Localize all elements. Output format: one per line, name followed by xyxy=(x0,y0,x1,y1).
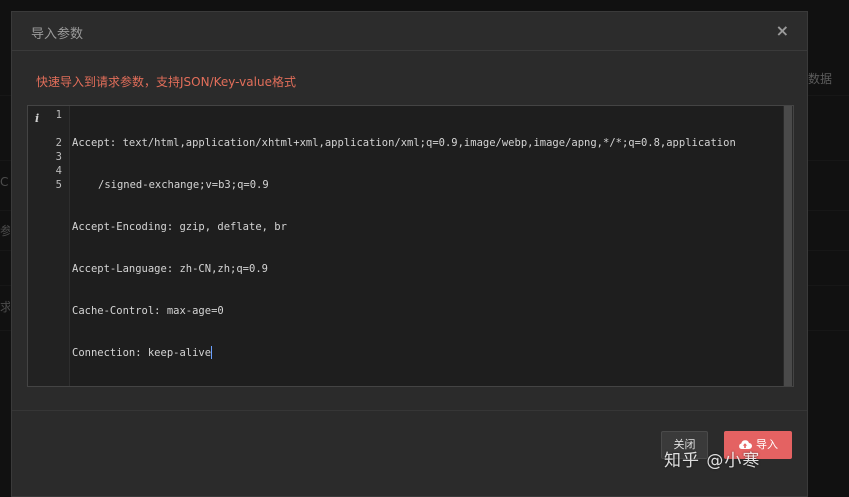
dialog-title: 导入参数 xyxy=(31,27,84,42)
code-line-text: Connection: keep-alive xyxy=(72,347,212,359)
code-line: Accept-Encoding: gzip, deflate, br xyxy=(72,221,287,233)
line-number: 1 xyxy=(55,109,62,121)
line-number: 5 xyxy=(55,179,62,191)
params-editor[interactable]: i 1 2 3 4 5 Accept: text/html,applicatio… xyxy=(27,105,794,387)
text-cursor xyxy=(211,346,213,359)
import-params-dialog: 导入参数 × 快速导入到请求参数，支持JSON/Key-value格式 i 1 … xyxy=(11,11,808,497)
editor-code[interactable]: Accept: text/html,application/xhtml+xml,… xyxy=(72,108,773,386)
line-numbers: 1 2 3 4 5 xyxy=(44,108,62,192)
code-line-wrapped: /signed-exchange;v=b3;q=0.9 xyxy=(98,179,269,191)
code-line: Accept-Language: zh-CN,zh;q=0.9 xyxy=(72,263,268,275)
editor-gutter: i 1 2 3 4 5 xyxy=(28,106,70,386)
line-number: 2 xyxy=(55,137,62,149)
scrollbar-thumb[interactable] xyxy=(784,106,792,386)
info-icon[interactable]: i xyxy=(35,112,39,125)
watermark: 知乎 @小寒 xyxy=(664,451,761,471)
line-number: 3 xyxy=(55,151,62,163)
editor-scrollbar[interactable] xyxy=(783,106,793,386)
line-number: 4 xyxy=(55,165,62,177)
import-hint: 快速导入到请求参数，支持JSON/Key-value格式 xyxy=(36,75,296,89)
code-line-last: Connection: keep-alive xyxy=(72,346,773,360)
dialog-header: 导入参数 × xyxy=(12,12,807,51)
code-line: Accept: text/html,application/xhtml+xml,… xyxy=(72,137,736,149)
code-line: Cache-Control: max-age=0 xyxy=(72,305,224,317)
close-icon[interactable]: × xyxy=(776,21,789,40)
